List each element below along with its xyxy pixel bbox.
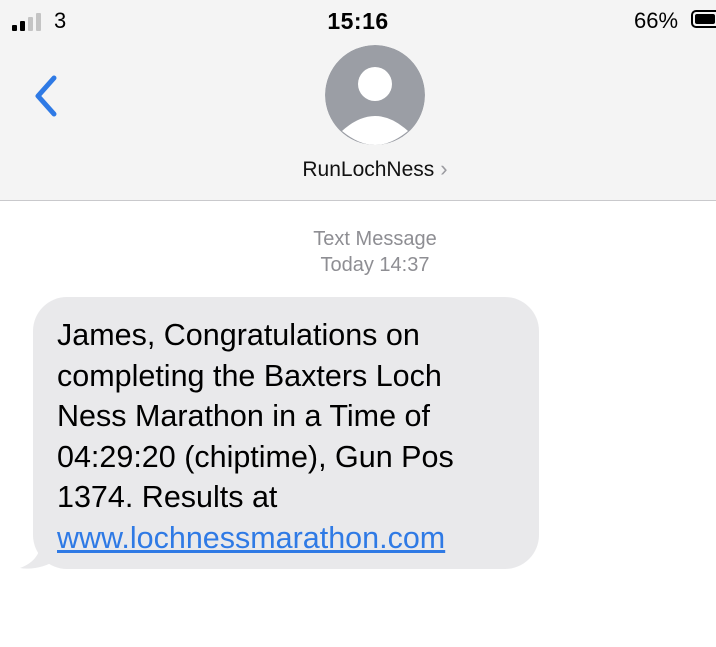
status-time: 15:16: [327, 8, 389, 34]
status-bar: 3 15:16 66%: [0, 0, 716, 40]
message-line: 1374. Results at: [57, 480, 278, 514]
results-link[interactable]: www.lochnessmarathon.com: [57, 521, 445, 555]
message-line: completing the Baxters Loch: [57, 358, 442, 393]
message-line: Ness Marathon in a Time of: [57, 399, 430, 433]
conversation-header: 3 15:16 66% RunLochNess ›: [0, 0, 716, 201]
message-line: James, Congratulations on: [57, 318, 420, 352]
battery-percent: 66%: [634, 8, 679, 33]
contact-name: RunLochNess: [302, 158, 435, 181]
back-chevron-icon: [35, 75, 57, 117]
message-line: 04:29:20 (chiptime), Gun Pos: [57, 439, 454, 474]
message-bubble[interactable]: James, Congratulations on completing the…: [33, 297, 539, 569]
contact-avatar[interactable]: [325, 45, 425, 145]
default-avatar-icon: [325, 45, 425, 145]
chevron-right-icon: ›: [440, 156, 448, 181]
battery-icon: [691, 10, 716, 28]
message-timestamp: Today 14:37: [320, 254, 430, 276]
back-button[interactable]: [28, 72, 64, 120]
contact-name-button[interactable]: RunLochNess ›: [0, 156, 716, 182]
message-type-label: Text Message: [313, 228, 437, 250]
